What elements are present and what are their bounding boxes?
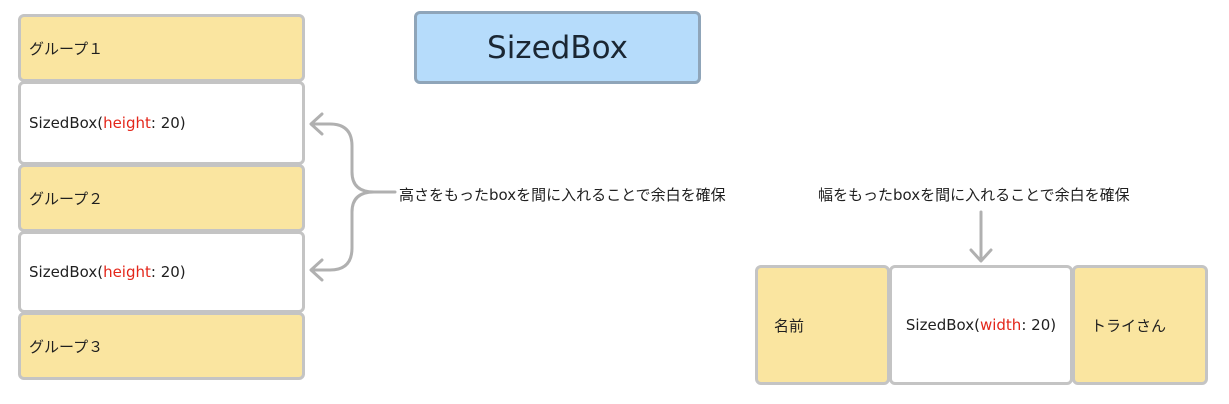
brace-lower-curve (311, 190, 376, 272)
connector-arrows (309, 112, 993, 282)
